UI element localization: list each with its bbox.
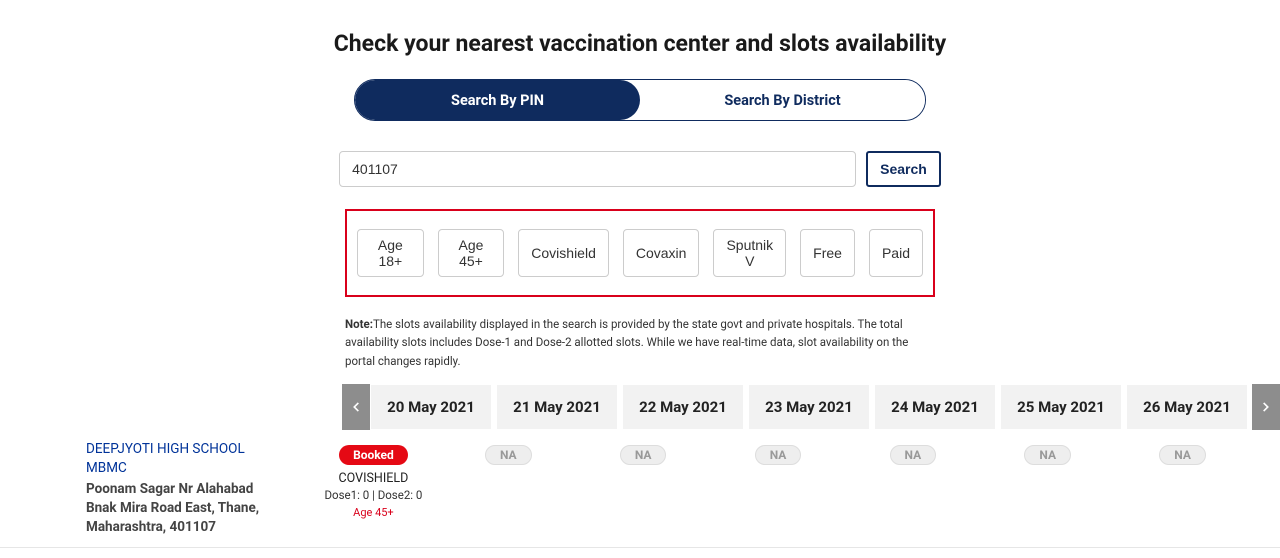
pin-input[interactable] xyxy=(339,151,856,187)
date-header[interactable]: 20 May 2021 xyxy=(370,384,492,430)
status-badge-na: NA xyxy=(1024,445,1071,465)
slot-cell: NA xyxy=(847,440,978,519)
filters-panel: Age 18+ Age 45+ Covishield Covaxin Sputn… xyxy=(345,209,935,297)
filter-sputnik[interactable]: Sputnik V xyxy=(713,229,786,277)
tab-search-by-district[interactable]: Search By District xyxy=(640,80,925,120)
date-header[interactable]: 26 May 2021 xyxy=(1126,384,1248,430)
filter-covishield[interactable]: Covishield xyxy=(518,229,609,277)
slot-cell: NA xyxy=(982,440,1113,519)
slot-cell: NA xyxy=(578,440,709,519)
slot-cell: Booked COVISHIELD Dose1: 0 | Dose2: 0 Ag… xyxy=(308,440,439,519)
chevron-right-icon xyxy=(1259,400,1273,414)
date-header[interactable]: 23 May 2021 xyxy=(748,384,870,430)
note-label: Note: xyxy=(345,317,373,331)
date-header[interactable]: 21 May 2021 xyxy=(496,384,618,430)
page-title: Check your nearest vaccination center an… xyxy=(0,30,1280,57)
date-prev-button[interactable] xyxy=(342,384,370,430)
tab-search-by-pin[interactable]: Search By PIN xyxy=(355,80,640,120)
search-mode-tabs: Search By PIN Search By District xyxy=(0,79,1280,121)
center-row: DEEPJYOTI HIGH SCHOOL MBMC Poonam Sagar … xyxy=(0,440,1280,547)
filter-age-45[interactable]: Age 45+ xyxy=(438,229,505,277)
center-address: Poonam Sagar Nr Alahabad Bnak Mira Road … xyxy=(86,480,274,537)
filter-paid[interactable]: Paid xyxy=(869,229,923,277)
dose-info: Dose1: 0 | Dose2: 0 xyxy=(308,488,439,502)
date-next-button[interactable] xyxy=(1252,384,1280,430)
status-badge-na: NA xyxy=(620,445,667,465)
status-badge-na: NA xyxy=(890,445,937,465)
age-info: Age 45+ xyxy=(308,506,439,519)
chevron-left-icon xyxy=(349,400,363,414)
status-badge-booked: Booked xyxy=(339,445,408,465)
date-header[interactable]: 24 May 2021 xyxy=(874,384,996,430)
status-badge-na: NA xyxy=(1159,445,1206,465)
slot-cell: NA xyxy=(1117,440,1248,519)
vaccine-label: COVISHIELD xyxy=(308,471,439,486)
center-name[interactable]: DEEPJYOTI HIGH SCHOOL MBMC xyxy=(86,440,274,478)
status-badge-na: NA xyxy=(755,445,802,465)
slot-cell: NA xyxy=(443,440,574,519)
date-header[interactable]: 22 May 2021 xyxy=(622,384,744,430)
status-badge-na: NA xyxy=(485,445,532,465)
date-header[interactable]: 25 May 2021 xyxy=(1000,384,1122,430)
slot-cell: NA xyxy=(713,440,844,519)
filter-covaxin[interactable]: Covaxin xyxy=(623,229,700,277)
filter-free[interactable]: Free xyxy=(800,229,855,277)
note-text: Note:The slots availability displayed in… xyxy=(345,315,935,370)
search-button[interactable]: Search xyxy=(866,151,941,187)
filter-age-18[interactable]: Age 18+ xyxy=(357,229,424,277)
